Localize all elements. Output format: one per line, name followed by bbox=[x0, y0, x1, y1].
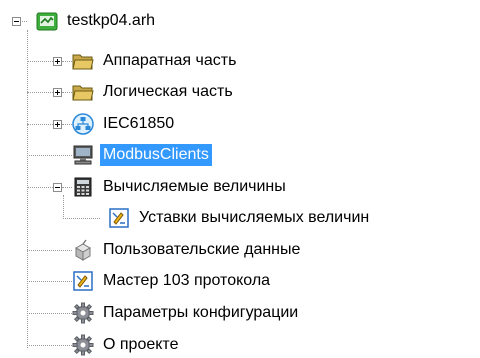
tree-item-master-103[interactable]: Мастер 103 протокола bbox=[72, 268, 273, 294]
expand-button[interactable] bbox=[53, 57, 62, 66]
archive-icon bbox=[36, 10, 58, 32]
tree-line bbox=[62, 92, 72, 94]
tree-line bbox=[62, 61, 72, 63]
tree-line bbox=[27, 187, 53, 189]
tree-line bbox=[63, 195, 65, 219]
tree-item-config-params[interactable]: Параметры конфигурации bbox=[72, 300, 301, 326]
expand-button[interactable] bbox=[53, 120, 62, 129]
tree-item-logic[interactable]: Логическая часть bbox=[72, 79, 236, 105]
tree-item-label: IEC61850 bbox=[103, 115, 175, 132]
settings-document-icon bbox=[108, 207, 130, 229]
expand-button[interactable] bbox=[53, 88, 62, 97]
tree-item-about-project[interactable]: О проекте bbox=[72, 332, 181, 358]
tree-item-root[interactable]: testkp04.arh bbox=[36, 8, 158, 34]
tree-item-label: Вычисляемые величины bbox=[103, 178, 286, 195]
collapse-button[interactable] bbox=[12, 17, 21, 26]
folder-icon bbox=[72, 50, 94, 72]
tree-line bbox=[27, 92, 53, 94]
tree-line bbox=[27, 250, 72, 252]
calculator-icon bbox=[72, 176, 94, 198]
tree-item-modbusclients[interactable]: ModbusClients bbox=[72, 142, 212, 168]
tree-item-label: О проекте bbox=[103, 336, 179, 353]
computer-icon bbox=[72, 144, 94, 166]
tree-item-label: Параметры конфигурации bbox=[103, 304, 299, 321]
tree-item-label: testkp04.arh bbox=[67, 12, 156, 29]
tree-line bbox=[62, 124, 72, 126]
tree-item-hardware[interactable]: Аппаратная часть bbox=[72, 48, 239, 74]
tree-line bbox=[27, 30, 29, 348]
collapse-button[interactable] bbox=[53, 183, 62, 192]
network-icon bbox=[72, 113, 94, 135]
tree-line bbox=[27, 281, 72, 283]
tree-item-label: Пользовательские данные bbox=[103, 241, 301, 258]
tree-line bbox=[27, 124, 53, 126]
tree-line bbox=[63, 218, 100, 220]
tree-item-label: Мастер 103 протокола bbox=[103, 272, 271, 289]
tree-line bbox=[27, 61, 53, 63]
tree-line bbox=[27, 313, 72, 315]
settings-document-icon bbox=[72, 270, 94, 292]
tree-item-iec61850[interactable]: IEC61850 bbox=[72, 111, 177, 137]
tree-line bbox=[27, 155, 72, 157]
tree-item-label: ModbusClients bbox=[100, 144, 212, 166]
tree-item-calculated-settings[interactable]: Уставки вычисляемых величин bbox=[108, 205, 372, 231]
tree-item-label: Уставки вычисляемых величин bbox=[139, 209, 370, 226]
tree-item-calculated-values[interactable]: Вычисляемые величины bbox=[72, 174, 289, 200]
user-data-icon bbox=[72, 239, 94, 261]
folder-icon bbox=[72, 81, 94, 103]
tree-line bbox=[27, 345, 72, 347]
tree-line bbox=[62, 187, 72, 189]
tree-item-user-data[interactable]: Пользовательские данные bbox=[72, 237, 303, 263]
gear-icon bbox=[72, 302, 94, 324]
gear-icon bbox=[72, 334, 94, 356]
tree-item-label: Логическая часть bbox=[103, 83, 233, 100]
tree-item-label: Аппаратная часть bbox=[103, 52, 237, 69]
project-tree: testkp04.arh Аппаратная часть Логическая… bbox=[0, 0, 480, 358]
